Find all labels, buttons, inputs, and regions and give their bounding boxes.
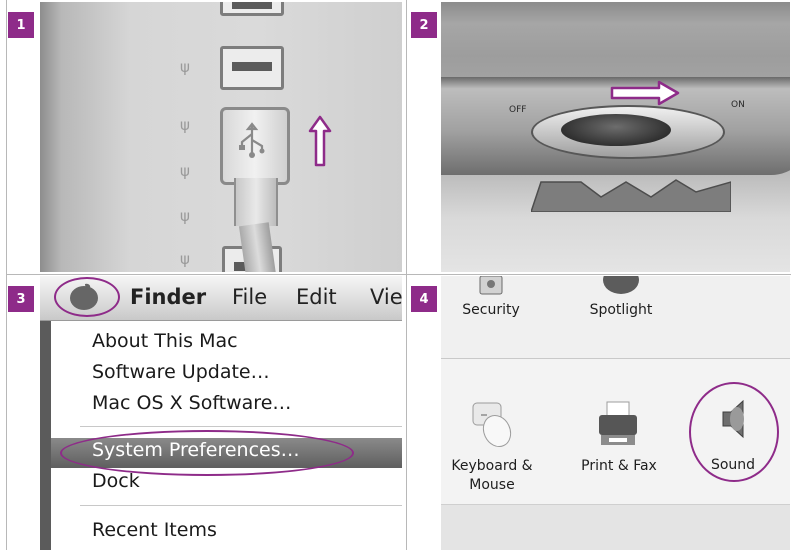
menu-separator: [80, 505, 402, 506]
system-preferences-circle: [60, 430, 354, 476]
menu-separator: [80, 426, 402, 427]
sound-circle: [689, 382, 779, 482]
step-3-apple-menu: Finder File Edit Vie About This Mac Soft…: [40, 276, 402, 550]
step-1-photo-usb: ψ ψ ψ ψ ψ: [40, 2, 402, 272]
step-4-system-preferences: Security Spotlight Keyboard & Mouse Prin…: [441, 276, 790, 550]
grid-line-left: [6, 0, 7, 550]
apple-menu-circle: [54, 277, 120, 317]
switch-slider: [561, 114, 671, 146]
menu-item-software-update[interactable]: Software Update…: [92, 361, 270, 383]
step-badge-3: 3: [8, 286, 34, 312]
menu-finder[interactable]: Finder: [130, 285, 206, 309]
menu-view[interactable]: Vie: [370, 285, 402, 309]
printer-icon[interactable]: [597, 400, 639, 448]
grid-line-horizontal: [6, 274, 791, 275]
step-badge-2: 2: [411, 12, 437, 38]
menu-item-macosx-software[interactable]: Mac OS X Software…: [92, 392, 291, 414]
menu-item-recent-items[interactable]: Recent Items: [92, 519, 217, 541]
clip-teeth: [531, 179, 731, 212]
step-badge-4: 4: [411, 286, 437, 312]
on-label: ON: [731, 100, 745, 110]
usb-symbol: ψ: [180, 116, 190, 134]
pane-label-security[interactable]: Security: [461, 302, 521, 318]
usb-plug-neck: [234, 178, 278, 226]
usb-port: [220, 46, 284, 90]
up-arrow-icon: [308, 115, 332, 167]
menu-item-dock[interactable]: Dock: [92, 470, 140, 492]
menu-file[interactable]: File: [232, 285, 267, 309]
security-icon[interactable]: [479, 276, 503, 296]
pane-label-print-fax[interactable]: Print & Fax: [569, 458, 669, 474]
off-label: OFF: [509, 105, 527, 115]
usb-icon: [239, 122, 265, 158]
usb-symbol: ψ: [180, 162, 190, 180]
right-arrow-icon: [610, 80, 680, 106]
usb-symbol: ψ: [180, 207, 190, 225]
usb-symbol: ψ: [180, 250, 190, 268]
keyboard-mouse-icon[interactable]: [471, 401, 517, 449]
step-2-photo-switch: OFF ON: [441, 2, 790, 272]
grid-line-middle: [406, 0, 407, 550]
spotlight-icon[interactable]: [601, 276, 641, 296]
step-badge-1: 1: [8, 12, 34, 38]
pane-label-keyboard[interactable]: Keyboard &: [449, 458, 535, 474]
menu-edit[interactable]: Edit: [296, 285, 337, 309]
pane-label-spotlight[interactable]: Spotlight: [579, 302, 663, 318]
pane-label-mouse[interactable]: Mouse: [449, 477, 535, 493]
usb-port-top: [220, 2, 284, 16]
usb-cable: [238, 222, 278, 272]
usb-symbol: ψ: [180, 58, 190, 76]
prefs-bottom-area: [441, 504, 790, 550]
window-edge: [40, 321, 51, 550]
menu-item-about[interactable]: About This Mac: [92, 330, 238, 352]
